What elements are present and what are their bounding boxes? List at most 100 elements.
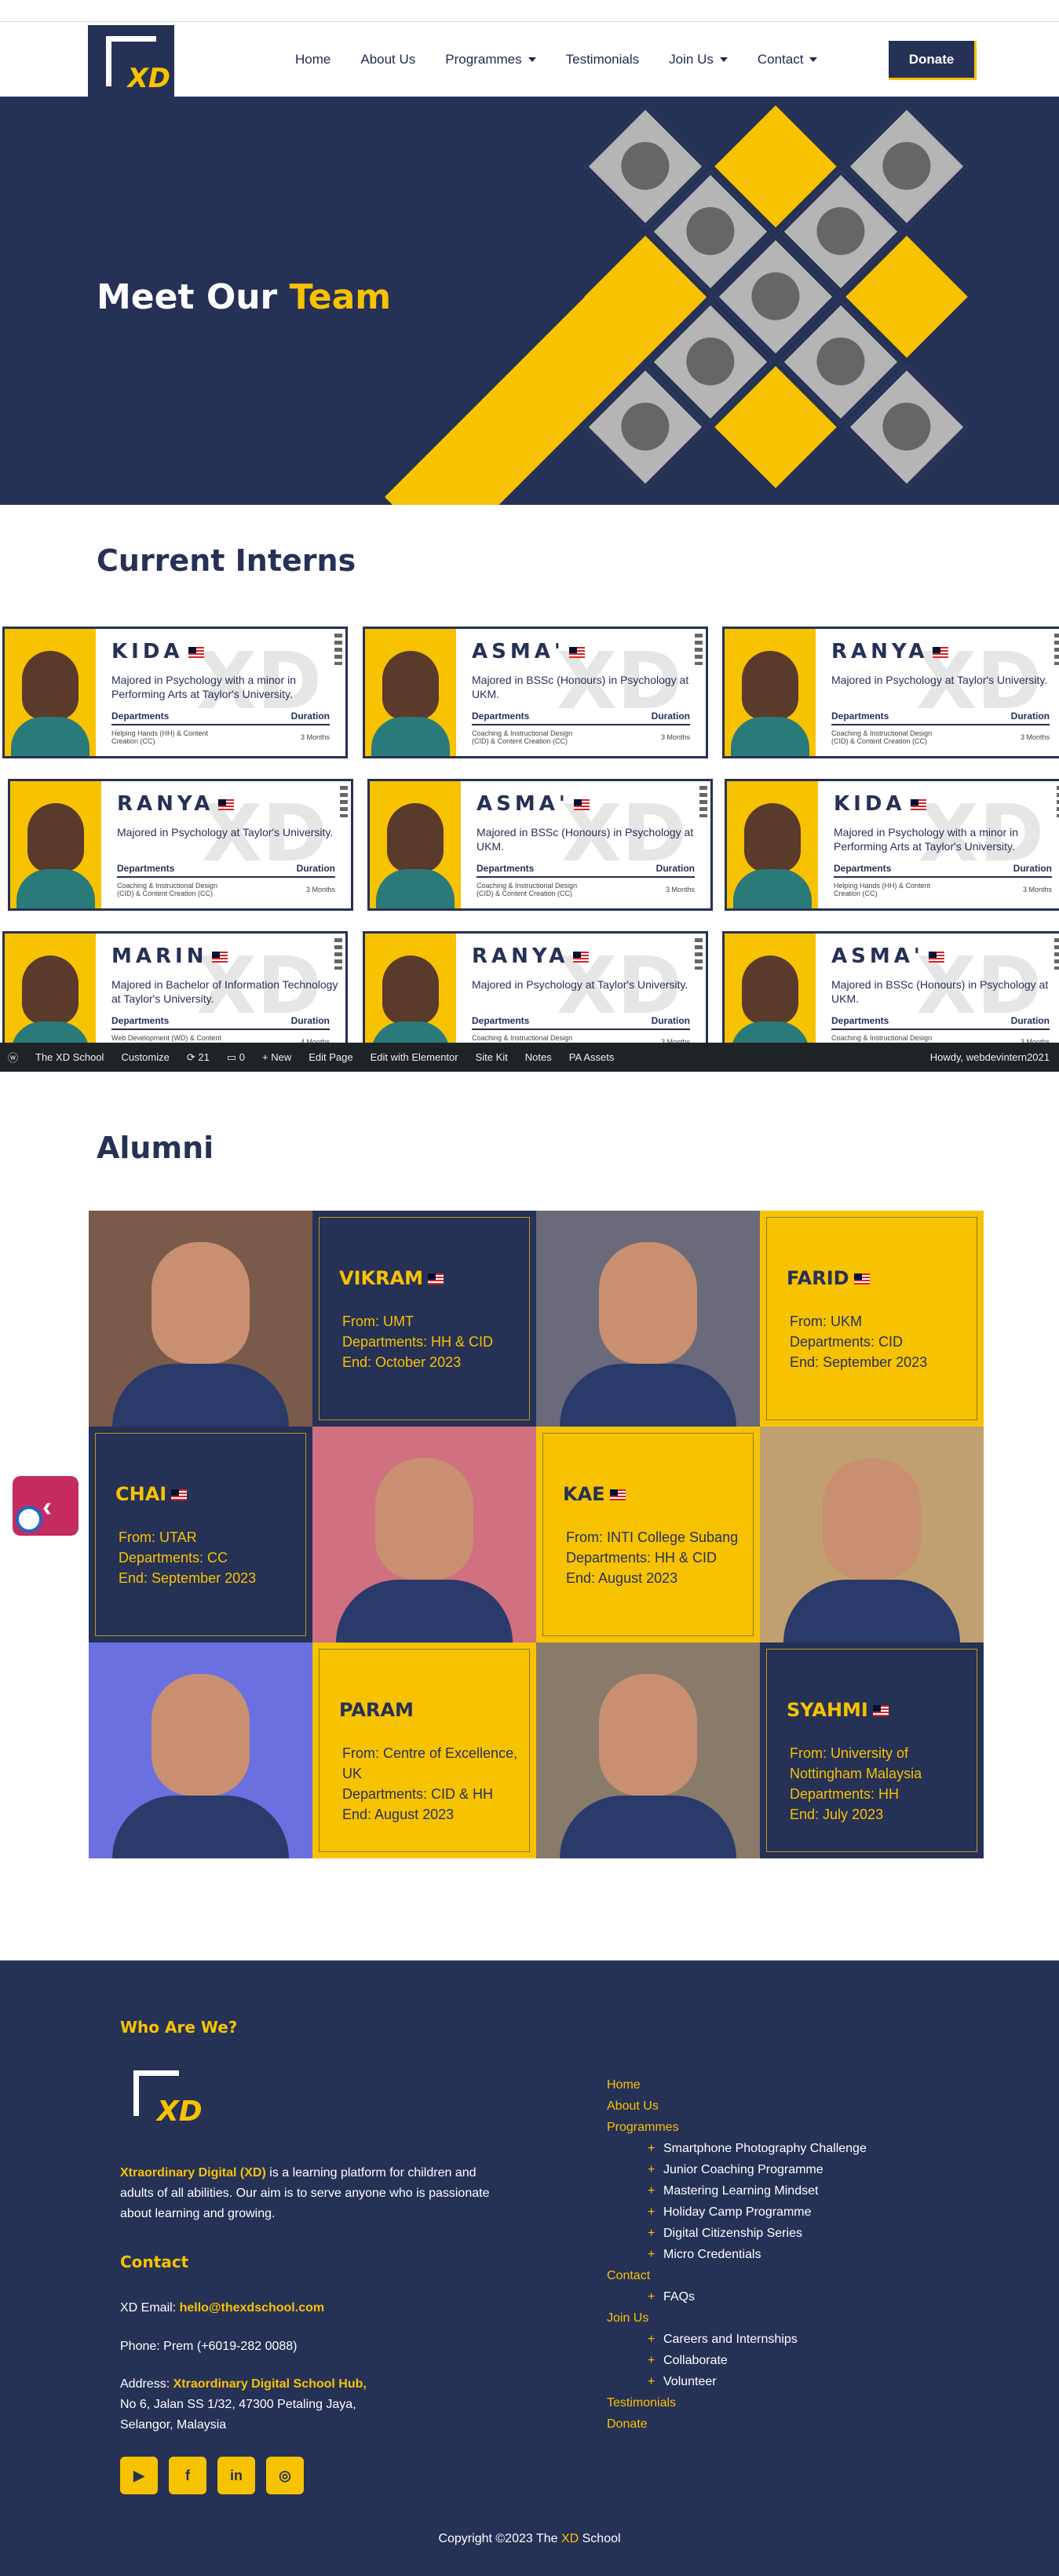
chevron-down-icon <box>809 57 818 62</box>
intern-departments: Helping Hands (HH) & Content Creation (C… <box>111 729 209 745</box>
youtube-icon[interactable]: ▶ <box>120 2457 158 2494</box>
nav-contact[interactable]: Contact <box>758 52 818 68</box>
card-tools-icon <box>1054 634 1059 665</box>
admin-site[interactable]: The XD School <box>35 1051 104 1063</box>
intern-duration: 3 Months <box>1020 733 1050 741</box>
intern-name: ASMA' <box>472 640 585 663</box>
site-logo[interactable]: XD <box>88 25 174 97</box>
admin-updates[interactable]: ⟳ 21 <box>187 1051 210 1064</box>
intern-duration: 3 Months <box>665 886 695 893</box>
alumni-details: From: UKM Departments: CID End: September … <box>790 1314 928 1370</box>
intern-name: KIDA <box>834 792 926 816</box>
departments-label: Departments <box>831 1015 889 1026</box>
facebook-icon[interactable]: f <box>169 2457 206 2494</box>
flag-icon <box>171 1489 188 1500</box>
nav-testimonials[interactable]: Testimonials <box>566 52 640 68</box>
email-link[interactable]: hello@thexdschool.com <box>180 2301 325 2315</box>
duration-label: Duration <box>1013 863 1052 874</box>
footer-phone: Phone: Prem (+6019-282 0088) <box>120 2340 298 2353</box>
intern-departments: Web Development (WD) & Content <box>111 1034 221 1042</box>
footer-sublink[interactable]: Smartphone Photography Challenge <box>607 2138 867 2159</box>
admin-new[interactable]: + New <box>262 1051 291 1063</box>
alumni-name: VIKRAM <box>339 1267 444 1289</box>
intern-major: Majored in BSSc (Honours) in Psychology … <box>831 978 1049 1006</box>
alumni-details: From: INTI College Subang Departments: HH… <box>566 1529 739 1586</box>
footer-sublink[interactable]: Volunteer <box>607 2371 867 2392</box>
duration-label: Duration <box>1010 711 1050 722</box>
alumni-photo <box>89 1642 312 1858</box>
footer-sublink[interactable]: Mastering Learning Mindset <box>607 2180 867 2201</box>
copyright: Copyright ©2023 The XD School <box>438 2532 621 2545</box>
departments-label: Departments <box>831 711 889 722</box>
accessibility-icon <box>16 1506 42 1533</box>
card-tools-icon <box>1054 938 1059 970</box>
hero-banner: Meet Our Team <box>0 97 1059 505</box>
alumni-photo <box>312 1427 536 1642</box>
departments-label: Departments <box>111 1015 170 1026</box>
alumni-name: KAE <box>563 1483 626 1505</box>
intern-photo <box>725 934 816 1061</box>
admin-notes[interactable]: Notes <box>525 1051 552 1063</box>
footer-link[interactable]: About Us <box>607 2096 867 2117</box>
flag-icon <box>428 1273 444 1284</box>
admin-pa-assets[interactable]: PA Assets <box>569 1051 615 1063</box>
intern-name: RANYA <box>831 640 949 663</box>
footer-sublink[interactable]: Micro Credentials <box>607 2244 867 2265</box>
footer-sublink[interactable]: FAQs <box>607 2286 867 2307</box>
alumni-info: PARAM From: Centre of Excellence, UK Depa… <box>312 1642 536 1858</box>
footer-contact-heading: Contact <box>120 2253 189 2271</box>
intern-major: Majored in Psychology with a minor in Pe… <box>834 826 1018 853</box>
intern-major: Majored in Bachelor of Information Techn… <box>111 978 338 1006</box>
nav-home[interactable]: Home <box>295 52 330 68</box>
intern-card: XD RANYA Majored in Psychology at Taylor… <box>722 627 1059 758</box>
departments-label: Departments <box>472 711 530 722</box>
footer-link[interactable]: Contact <box>607 2265 867 2286</box>
footer-link[interactable]: Home <box>607 2074 867 2096</box>
browser-top-strip <box>0 0 1059 22</box>
alumni-info: KAE From: INTI College Subang Departments… <box>536 1427 760 1642</box>
admin-sitekit[interactable]: Site Kit <box>476 1051 508 1063</box>
wp-admin-bar: ⓦ The XD School Customize ⟳ 21 ▭ 0 + New… <box>0 1043 1059 1072</box>
admin-customize[interactable]: Customize <box>121 1051 169 1063</box>
nav-about-us[interactable]: About Us <box>360 52 415 68</box>
admin-edit-page[interactable]: Edit Page <box>309 1051 352 1063</box>
intern-photo <box>365 934 456 1061</box>
footer-link[interactable]: Donate <box>607 2413 867 2435</box>
nav-programmes[interactable]: Programmes <box>445 52 536 68</box>
footer-link[interactable]: Testimonials <box>607 2392 867 2413</box>
departments-label: Departments <box>117 863 175 874</box>
admin-howdy[interactable]: Howdy, webdevintern2021 <box>930 1051 1050 1063</box>
footer-logo: XD <box>127 2070 214 2133</box>
alumni-details: From: UMT Departments: HH & CID End: Octob… <box>342 1314 494 1370</box>
footer-sublink[interactable]: Digital Citizenship Series <box>607 2223 867 2244</box>
footer-email: XD Email: hello@thexdschool.com <box>120 2301 325 2315</box>
flag-icon <box>212 951 228 963</box>
intern-duration: 3 Months <box>1022 886 1052 893</box>
alumni-photo <box>89 1211 312 1427</box>
footer-link[interactable]: Join Us <box>607 2307 867 2329</box>
admin-elementor[interactable]: Edit with Elementor <box>371 1051 458 1063</box>
intern-card: XD KIDA Majored in Psychology with a min… <box>725 779 1059 911</box>
instagram-icon[interactable]: ◎ <box>266 2457 304 2494</box>
site-footer: Who Are We? XD Xtraordinary Digital (XD)… <box>0 1960 1059 2576</box>
intern-major: Majored in BSSc (Honours) in Psychology … <box>477 826 694 853</box>
accessibility-widget[interactable]: ‹ <box>13 1476 79 1536</box>
footer-link[interactable]: Programmes <box>607 2117 867 2138</box>
intern-card: XD ASMA' Majored in BSSc (Honours) in Ps… <box>363 627 708 758</box>
intern-photo <box>370 781 461 908</box>
footer-sublink[interactable]: Careers and Internships <box>607 2329 867 2350</box>
wp-logo-icon[interactable]: ⓦ <box>8 1050 18 1065</box>
admin-comments[interactable]: ▭ 0 <box>227 1051 245 1064</box>
card-tools-icon <box>699 786 707 817</box>
footer-sublink[interactable]: Junior Coaching Programme <box>607 2159 867 2180</box>
nav-join-us[interactable]: Join Us <box>669 52 728 68</box>
footer-sublink[interactable]: Holiday Camp Programme <box>607 2201 867 2223</box>
flag-icon <box>188 646 204 658</box>
donate-button[interactable]: Donate <box>889 41 977 80</box>
linkedin-icon[interactable]: in <box>217 2457 255 2494</box>
flag-icon <box>933 646 949 658</box>
footer-sublink[interactable]: Collaborate <box>607 2350 867 2371</box>
departments-label: Departments <box>111 711 170 722</box>
footer-links: HomeAbout UsProgrammesSmartphone Photogr… <box>607 2074 867 2435</box>
flag-icon <box>573 951 590 963</box>
